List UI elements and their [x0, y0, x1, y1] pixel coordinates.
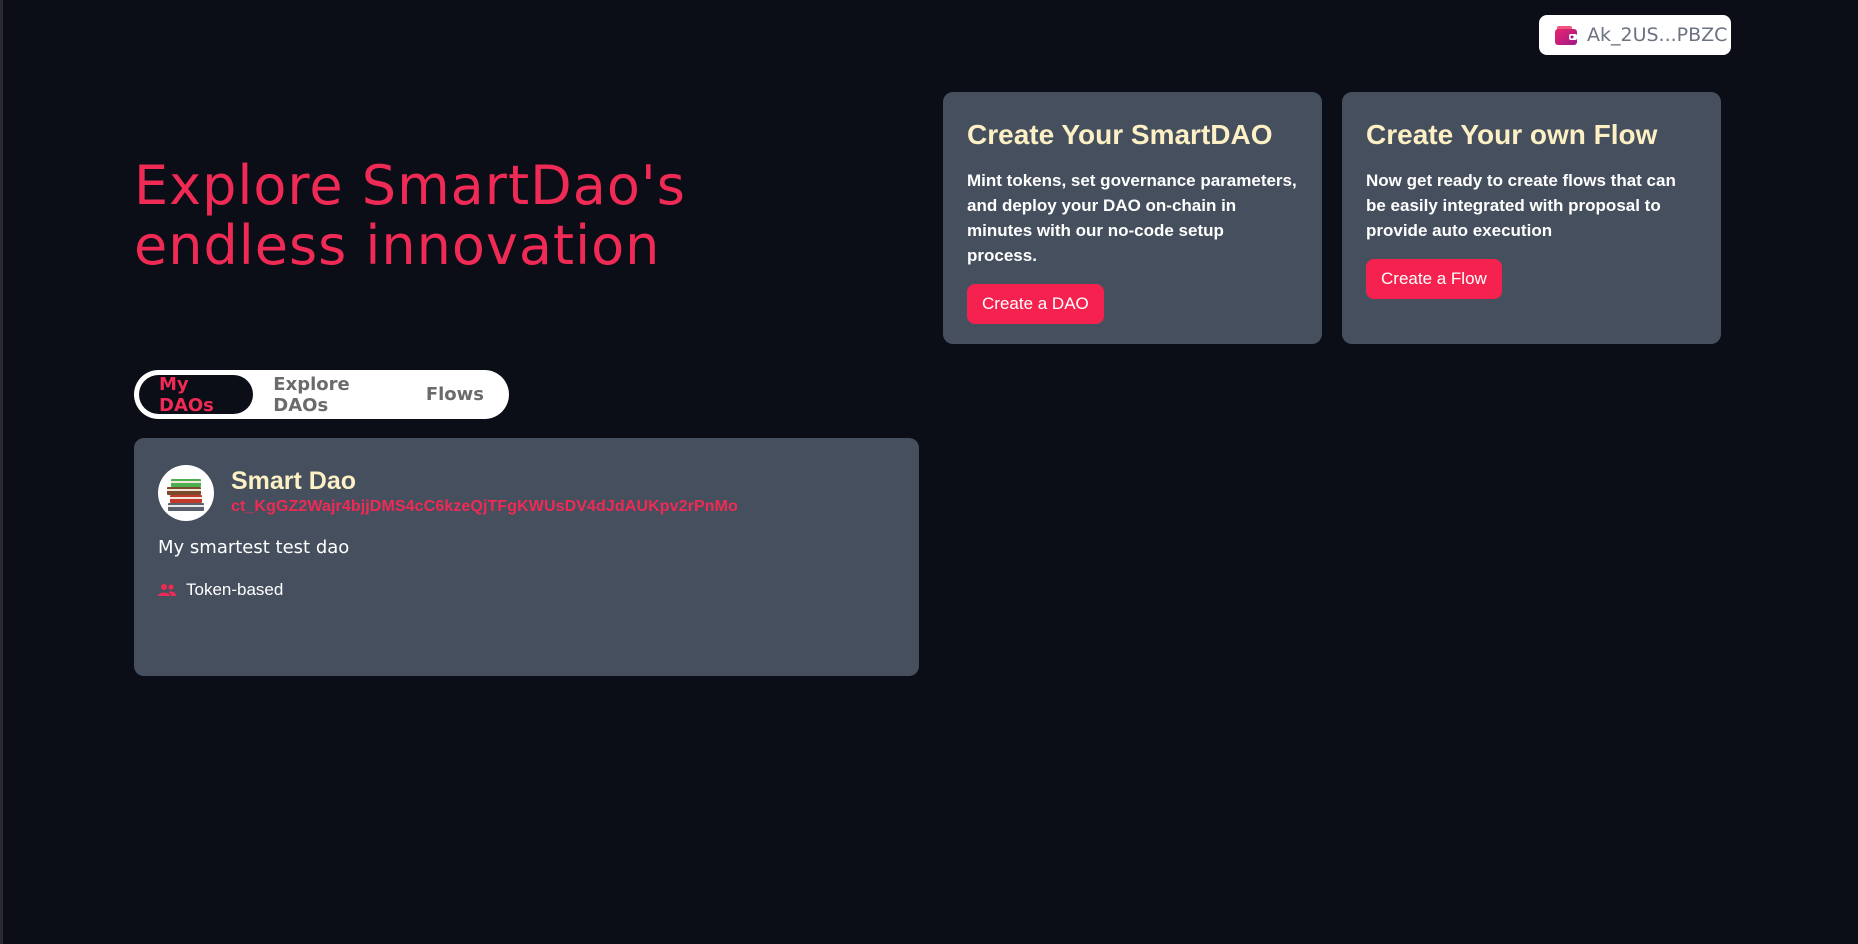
dao-card-header: Smart Dao ct_KgGZ2Wajr4bjjDMS4cC6kzeQjTF… — [158, 465, 895, 521]
dao-type: Token-based — [158, 580, 895, 600]
page-title-line-2: endless innovation — [134, 214, 661, 277]
people-icon — [158, 584, 176, 596]
create-flow-title: Create Your own Flow — [1366, 119, 1658, 150]
create-dao-button[interactable]: Create a DAO — [967, 284, 1104, 324]
avatar — [158, 465, 214, 521]
create-dao-title: Create Your SmartDAO — [967, 119, 1273, 150]
tab-flows[interactable]: Flows — [406, 375, 504, 414]
wallet-address: Ak_2US...PBZC — [1587, 24, 1728, 46]
dao-name: Smart Dao — [231, 467, 357, 495]
page-title-line-1: Explore SmartDao's — [134, 154, 686, 217]
tab-explore-daos[interactable]: Explore DAOs — [253, 374, 406, 416]
wallet-icon — [1555, 26, 1577, 45]
create-flow-button[interactable]: Create a Flow — [1366, 259, 1502, 299]
create-flow-card: Create Your own Flow Now get ready to cr… — [1342, 92, 1721, 344]
wallet-button[interactable]: Ak_2US...PBZC — [1539, 15, 1731, 55]
dao-description: My smartest test dao — [158, 537, 350, 558]
dao-card[interactable]: Smart Dao ct_KgGZ2Wajr4bjjDMS4cC6kzeQjTF… — [134, 438, 919, 676]
page-title: Explore SmartDao's endless innovation — [134, 156, 894, 276]
dao-contract-address: ct_KgGZ2Wajr4bjjDMS4cC6kzeQjTFgKWUsDV4dJ… — [231, 498, 738, 515]
dao-type-label: Token-based — [186, 580, 284, 599]
create-dao-description: Mint tokens, set governance parameters, … — [967, 171, 1297, 265]
books-icon — [167, 479, 204, 511]
create-flow-description: Now get ready to create flows that can b… — [1366, 171, 1676, 240]
dao-identity: Smart Dao ct_KgGZ2Wajr4bjjDMS4cC6kzeQjTF… — [231, 465, 738, 516]
tab-my-daos[interactable]: My DAOs — [139, 374, 254, 416]
create-dao-card: Create Your SmartDAO Mint tokens, set go… — [943, 92, 1322, 344]
dao-tabs: My DAOs Explore DAOs Flows — [134, 370, 509, 419]
